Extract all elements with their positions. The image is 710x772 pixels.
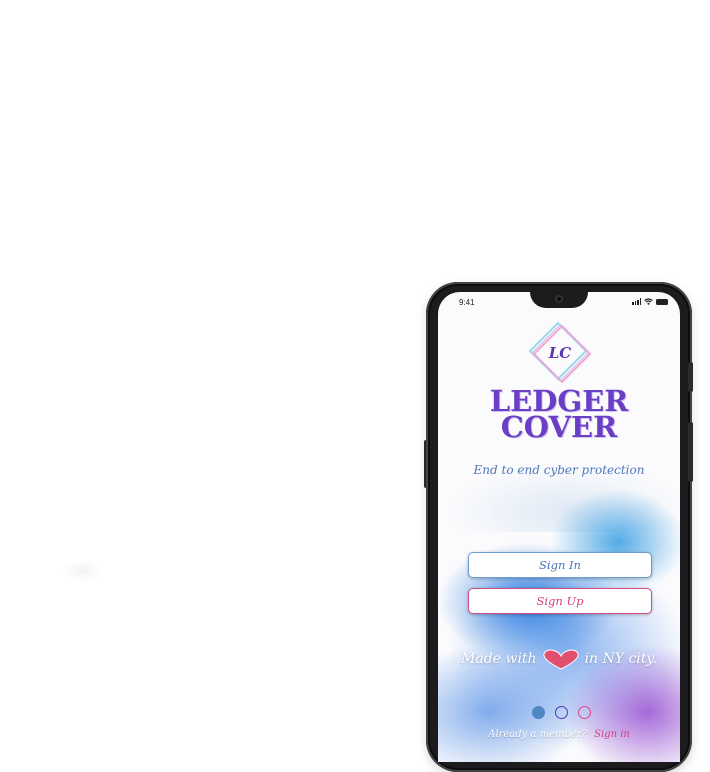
tagline: End to end cyber protection (473, 463, 645, 477)
page-dot-2[interactable] (555, 706, 568, 719)
page-dot-1[interactable] (532, 706, 545, 719)
sign-in-button[interactable]: Sign In (468, 552, 652, 578)
in-ny-city-text: in NY city. (584, 651, 657, 667)
brand-title-line2: COVER (500, 410, 618, 444)
camera-icon (555, 295, 563, 303)
page-indicator (532, 706, 591, 719)
page-dot-3[interactable] (578, 706, 591, 719)
made-with-note: Made with in NY city. (438, 648, 680, 670)
phone-screen: 9:41 LC LEDGER COVER End to end cyber pr… (438, 292, 680, 762)
status-icons (632, 298, 668, 305)
wifi-icon (644, 298, 653, 305)
logo-monogram: LC (548, 344, 572, 362)
phone-side-button-right-bottom (688, 422, 693, 482)
battery-icon (656, 298, 668, 305)
sign-up-button[interactable]: Sign Up (468, 588, 652, 614)
status-time: 9:41 (459, 298, 475, 307)
signal-icon (632, 298, 641, 305)
background-smudge (62, 560, 102, 582)
made-with-text: Made with (461, 651, 537, 667)
phone-side-button-right-top (688, 362, 693, 392)
sign-in-link[interactable]: Sign in (594, 729, 630, 740)
ledger-cover-logo: LC (528, 321, 592, 384)
member-prompt: Already a member? Sign in (438, 729, 680, 740)
paint-splash-background (438, 482, 680, 762)
heart-icon (543, 649, 579, 670)
member-prompt-text: Already a member? (488, 729, 587, 740)
